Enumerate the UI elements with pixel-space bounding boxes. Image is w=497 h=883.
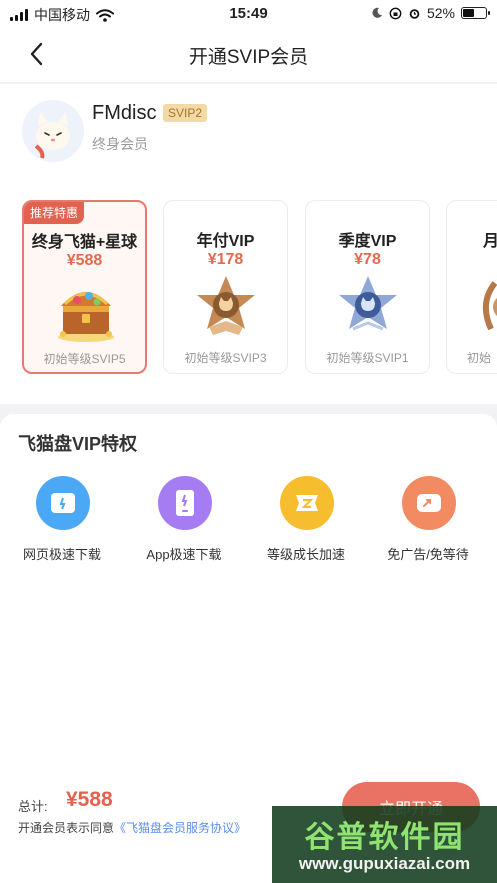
plan-price: ¥178 [207,251,244,268]
plan-initial-level: 初始等级SVIP5 [43,352,126,366]
treasure-chest-icon [58,292,114,342]
rotation-lock-icon [389,7,402,19]
plan-initial-level: 初始 [467,351,492,365]
total-price: ¥588 [66,788,113,811]
plan-price: ¥78 [354,251,381,268]
plan-name: 年付VIP [196,233,255,250]
battery-fill [463,9,475,17]
nav-bar: 开通SVIP会员 [0,26,497,82]
status-right: 52% [371,5,490,21]
username: FMdisc [92,102,157,124]
site-watermark: 谷普软件园 www.gupuxiazai.com [272,806,497,883]
privilege-web-download[interactable]: 网页极速下载 [0,476,124,566]
vip-level-badge: SVIP2 [163,104,208,122]
avatar[interactable] [22,100,84,162]
alarm-icon [409,8,420,19]
member-type-label: 终身会员 [92,136,148,152]
agreement-prefix: 开通会员表示同意 [18,821,115,835]
plan-card-quarterly[interactable]: 季度VIP ¥78 初始等级SVIP1 [305,200,430,374]
plan-name: 月 [447,227,497,251]
bronze-star-badge-icon [197,276,255,335]
plan-name: 终身飞猫+星球 [31,234,138,251]
status-bar: 中国移动 15:49 52% [0,0,497,26]
laurel-badge-icon [482,281,497,331]
privilege-label: 等级成长加速 [266,547,345,562]
no-ads-icon [402,476,456,530]
cat-mascot-icon [22,100,84,162]
privileges-section: 飞猫盘VIP特权 网页极速下载 App极速下载 等级成长加速 免广告/免等待 [0,414,497,768]
silver-star-badge-icon [339,276,397,331]
privilege-label: 免广告/免等待 [387,547,469,562]
plan-initial-level: 初始等级SVIP1 [326,351,409,365]
watermark-url: www.gupuxiazai.com [298,854,471,873]
recommend-tag: 推荐特惠 [24,202,85,224]
web-download-icon [36,476,90,530]
privilege-app-download[interactable]: App极速下载 [122,476,246,566]
plan-card-monthly[interactable]: 月 初始 [446,200,497,374]
privilege-level-boost[interactable]: 等级成长加速 [244,476,368,566]
moon-icon [372,7,382,18]
agreement-text: 开通会员表示同意《飞猫盘会员服务协议》 [18,819,246,836]
agreement-link[interactable]: 《飞猫盘会员服务协议》 [114,821,246,835]
battery-icon [461,7,490,19]
level-up-icon [280,476,334,530]
plan-name: 季度VIP [338,233,397,250]
page-title: 开通SVIP会员 [188,47,309,68]
plan-price: ¥588 [66,252,103,269]
privilege-label: 网页极速下载 [22,547,101,562]
plan-initial-level: 初始等级SVIP3 [184,351,267,365]
plan-card-yearly[interactable]: 年付VIP ¥178 初始等级SVIP3 [163,200,288,374]
membership-card: FMdisc SVIP2 终身会员 推荐特惠 终身飞猫+星球 ¥588 初始等级… [0,84,497,404]
total-label: 总计: [18,799,48,814]
battery-percent: 52% [426,5,455,21]
plan-card-lifetime[interactable]: 推荐特惠 终身飞猫+星球 ¥588 初始等级SVIP5 [22,200,147,374]
watermark-title: 谷普软件园 [304,821,465,854]
plan-list[interactable]: 推荐特惠 终身飞猫+星球 ¥588 初始等级SVIP5 年付VIP ¥178 初… [0,200,497,380]
privileges-title: 飞猫盘VIP特权 [18,434,138,454]
app-download-icon [158,476,212,530]
privilege-label: App极速下载 [146,547,222,562]
privilege-no-ads[interactable]: 免广告/免等待 [366,476,490,566]
